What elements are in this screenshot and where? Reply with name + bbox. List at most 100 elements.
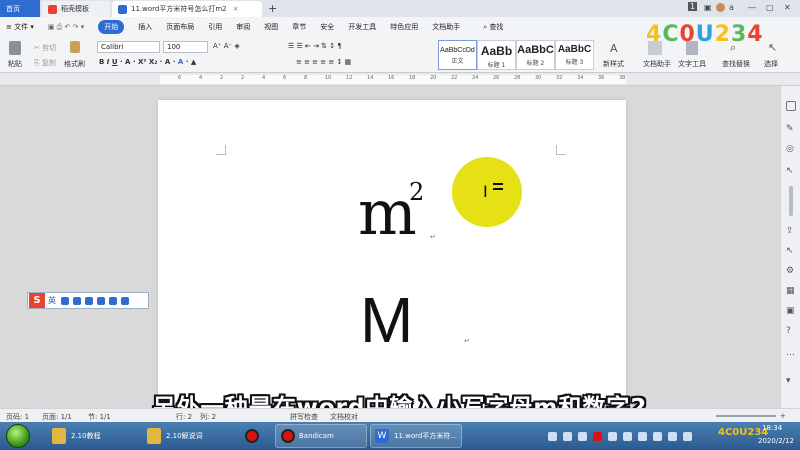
select-button[interactable]: 选择 [764, 59, 778, 69]
horizontal-ruler[interactable]: 6 4 2 2 4 6 8 10 12 14 16 18 20 22 24 26 28 30 32 34 36 38 [0, 73, 800, 86]
menu-chapter[interactable]: 章节 [292, 22, 306, 32]
style-heading-2[interactable]: AaBbC 标题 2 [516, 40, 555, 70]
tab-document[interactable]: 11.word平方米符号怎么打m2 × [112, 1, 262, 17]
style-heading-1[interactable]: AaBb 标题 1 [477, 40, 516, 70]
tray-app-icon[interactable] [608, 431, 617, 441]
share-icon[interactable]: ⇪ [786, 226, 796, 236]
font-size-buttons[interactable]: A⁺ A⁻ ◈ [213, 42, 240, 50]
tray-app-icon[interactable] [548, 431, 557, 441]
taskbar-item-recorder[interactable] [240, 424, 270, 448]
tab-template[interactable]: 稻壳模板 [42, 1, 110, 17]
page-down-icon[interactable]: ▾ [786, 376, 796, 386]
doc-text-capital-m[interactable]: M [360, 283, 413, 357]
cursor-mode-icon[interactable]: ↖ [786, 246, 796, 256]
quick-access-icons[interactable]: ▣ ⎙ ↶ ↷ ▾ [48, 23, 84, 32]
select-icon[interactable]: ↖ [768, 41, 780, 55]
format-painter-icon[interactable] [70, 41, 80, 53]
emoji-icon[interactable] [73, 296, 81, 305]
tray-app-icon[interactable] [563, 431, 572, 441]
ime-toolbar[interactable]: S 英 [27, 292, 149, 309]
menu-page-layout[interactable]: 页面布局 [166, 22, 194, 32]
tab-close-icon[interactable]: × [233, 5, 239, 13]
taskbar-item-tutorial[interactable]: 2.10教程 [48, 424, 140, 448]
copy-button[interactable]: ⎘ 复制 [34, 58, 56, 68]
keyboard-icon[interactable] [97, 296, 105, 305]
text-tool-button[interactable]: 文字工具 [678, 59, 706, 69]
image-icon[interactable]: ▣ [786, 306, 796, 316]
location-icon[interactable]: ◎ [786, 144, 796, 154]
new-tab-icon[interactable]: + [268, 2, 277, 15]
tray-app-icon[interactable] [638, 431, 647, 441]
menu-security[interactable]: 安全 [320, 22, 334, 32]
status-pages[interactable]: 页面: 1/1 [42, 412, 72, 422]
menu-dev-tools[interactable]: 开发工具 [348, 22, 376, 32]
format-painter-button[interactable]: 格式刷 [64, 59, 85, 69]
cut-button[interactable]: ✂ 剪切 [34, 43, 56, 53]
close-window-icon[interactable]: ✕ [784, 3, 791, 12]
tray-app-icon[interactable] [578, 431, 587, 441]
tray-app-icon[interactable] [653, 431, 662, 441]
toolbox-icon[interactable] [121, 296, 129, 305]
style-normal[interactable]: AaBbCcDd 正文 [438, 40, 477, 70]
avatar[interactable] [716, 3, 725, 12]
pointer-icon[interactable]: ↖ [786, 166, 796, 176]
menu-insert[interactable]: 插入 [138, 22, 152, 32]
align-buttons[interactable]: ≡ ≡ ≡ ≡ ≡ ↕ ▦ [296, 58, 351, 66]
help-icon[interactable]: ? [786, 326, 796, 336]
skin-icon[interactable] [109, 296, 117, 305]
paste-button[interactable]: 粘贴 [8, 59, 22, 69]
menu-view[interactable]: 视图 [264, 22, 278, 32]
style-heading-3[interactable]: AaBbC 标题 3 [555, 40, 594, 70]
punctuation-icon[interactable] [61, 296, 69, 305]
tray-record-icon[interactable] [593, 431, 602, 441]
document-page[interactable] [158, 100, 626, 420]
volume-icon[interactable] [683, 431, 692, 441]
tray-app-icon[interactable] [623, 431, 632, 441]
list-buttons[interactable]: ☰ ☰ ⇤ ⇥ ⇅ ↕ ¶ [288, 42, 342, 50]
clock-time[interactable]: 18:34 [762, 424, 782, 432]
clock-date[interactable]: 2020/2/12 [758, 437, 794, 445]
status-page-num[interactable]: 页码: 1 [6, 412, 29, 422]
zoom-slider[interactable] [716, 415, 776, 417]
font-size-select[interactable]: 100 [163, 41, 208, 53]
menu-file[interactable]: ≡ 文件 ▾ [6, 22, 34, 32]
find-replace-button[interactable]: 查找替换 [722, 59, 750, 69]
microphone-icon[interactable] [85, 296, 93, 305]
ime-mode[interactable]: 英 [48, 295, 56, 306]
new-style-button[interactable]: 新样式 [603, 59, 624, 69]
taskbar-item-wps[interactable]: W 11.word平方米符... [370, 424, 462, 448]
search-command[interactable]: ⌕ 查找 [483, 22, 503, 32]
layout-icon[interactable]: ▣ [704, 3, 712, 12]
status-section[interactable]: 节: 1/1 [88, 412, 111, 422]
menu-review[interactable]: 审阅 [236, 22, 250, 32]
minimize-icon[interactable]: — [748, 3, 756, 12]
doc-helper-button[interactable]: 文档助手 [643, 59, 671, 69]
spell-check-button[interactable]: 拼写检查 [290, 412, 318, 422]
vertical-scrollbar[interactable] [789, 186, 793, 216]
zoom-in-icon[interactable]: + [780, 412, 786, 420]
new-style-icon[interactable]: A [610, 42, 622, 55]
tab-home[interactable]: 首页 [0, 0, 40, 17]
panel-icon[interactable] [786, 101, 796, 111]
style-panel-icon[interactable]: ✎ [786, 124, 796, 134]
doc-text-m[interactable]: m [358, 178, 417, 248]
menu-start[interactable]: 开始 [98, 20, 125, 34]
paste-icon[interactable] [9, 41, 21, 55]
doc-check-button[interactable]: 文档校对 [330, 412, 358, 422]
font-name-select[interactable]: Calibri [97, 41, 160, 53]
network-icon[interactable] [668, 431, 677, 441]
maximize-icon[interactable]: ▢ [766, 3, 774, 12]
taskbar-item-script[interactable]: 2.10解说词 [143, 424, 235, 448]
taskbar-item-bandicam[interactable]: Bandicam [275, 424, 367, 448]
menu-references[interactable]: 引用 [208, 22, 222, 32]
menu-features[interactable]: 特色应用 [390, 22, 418, 32]
table-icon[interactable]: ▦ [786, 286, 796, 296]
text-format-buttons[interactable]: B I U · A · X² X₂ · A · A · ▲ [99, 58, 196, 66]
menu-doc-helper[interactable]: 文档助手 [432, 22, 460, 32]
tab-count-badge[interactable]: 1 [688, 2, 698, 11]
more-icon[interactable]: … [786, 348, 796, 358]
settings-icon[interactable]: ⚙ [786, 266, 796, 276]
start-button[interactable] [6, 424, 30, 448]
ime-logo[interactable]: S [29, 293, 45, 308]
doc-text-superscript[interactable]: 2 [409, 178, 424, 206]
